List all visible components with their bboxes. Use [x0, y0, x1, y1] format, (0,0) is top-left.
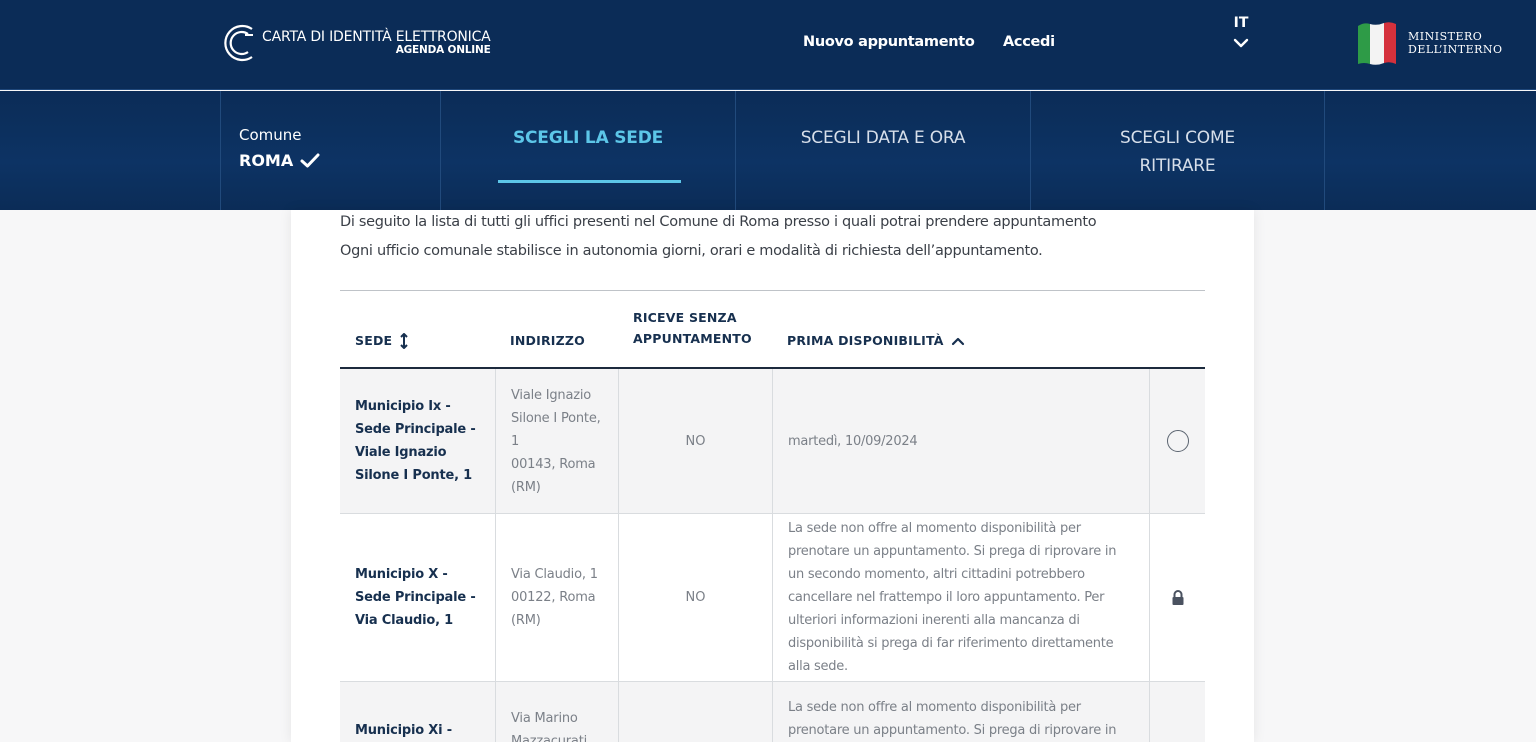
table-row: Municipio X - Sede Principale - Via Clau… [340, 514, 1205, 682]
walk-in-value [618, 682, 772, 742]
ministry-logo-link[interactable]: MINISTERO DELL’INTERNO [1356, 20, 1503, 66]
brand-title: CARTA DI IDENTITÀ ELETTRONICA [262, 28, 491, 45]
table-row[interactable]: Municipio Ix - Sede Principale - Viale I… [340, 369, 1205, 514]
ministry-name-line2: DELL’INTERNO [1408, 43, 1503, 56]
table-header: SEDE INDIRIZZO RICEVE SENZA APPUNTAMENTO… [340, 291, 1205, 369]
brand-logo-link[interactable]: CARTA DI IDENTITÀ ELETTRONICA AGENDA ONL… [222, 22, 491, 64]
italian-flag-icon [1358, 22, 1396, 65]
step-ritiro-label-line2: RITIRARE [1139, 156, 1216, 176]
brand-subtitle: AGENDA ONLINE [395, 43, 491, 56]
row-action [1149, 682, 1205, 742]
comune-label: Comune [239, 126, 302, 144]
ministry-name-line1: MINISTERO [1408, 29, 1483, 43]
language-selector[interactable]: IT [1226, 15, 1256, 52]
step-ritiro-label-line1: SCEGLI COME [1120, 128, 1235, 148]
step-scegli-data[interactable]: SCEGLI DATA E ORA [735, 91, 1030, 210]
nav-new-appointment-link[interactable]: Nuovo appuntamento [803, 34, 975, 54]
office-address-street: Viale Ignazio Silone I Ponte, 1 [511, 387, 601, 449]
language-code: IT [1233, 15, 1249, 31]
nav-login-link[interactable]: Accedi [1003, 34, 1055, 54]
office-address: Via Marino Mazzacurati [511, 711, 588, 742]
column-header-senza-line2: APPUNTAMENTO [633, 331, 752, 346]
intro-text-line1: Di seguito la lista di tutti gli uffici … [340, 214, 1097, 230]
cie-logo-icon [224, 24, 253, 62]
column-header-prima-label: PRIMA DISPONIBILITÀ [787, 333, 944, 348]
first-availability: La sede non offre al momento disponibili… [788, 700, 1117, 738]
comune-value: ROMA [239, 151, 294, 170]
step-ritiro-label: SCEGLI COME RITIRARE [1031, 124, 1324, 180]
table-row: Municipio Xi - Via Marino Mazzacurati La… [340, 682, 1205, 742]
active-step-indicator [498, 180, 681, 183]
first-availability: La sede non offre al momento disponibili… [788, 521, 1117, 674]
select-office-radio[interactable] [1166, 430, 1189, 452]
top-header: CARTA DI IDENTITÀ ELETTRONICA AGENDA ONL… [0, 0, 1536, 90]
column-header-sede[interactable]: SEDE [355, 330, 410, 351]
lock-icon [1172, 589, 1183, 605]
first-availability: martedì, 10/09/2024 [788, 433, 918, 449]
office-name: Municipio Xi - [355, 723, 452, 738]
step-comune[interactable]: Comune ROMA [220, 91, 440, 210]
step-sede-label: SCEGLI LA SEDE [512, 128, 664, 148]
office-address: Viale Ignazio Silone I Ponte, 1 00143, R… [496, 384, 618, 499]
column-header-indirizzo: INDIRIZZO [510, 333, 585, 348]
intro-text-line2: Ogni ufficio comunale stabilisce in auto… [340, 243, 1043, 259]
walk-in-value: NO [618, 514, 772, 681]
office-name: Municipio X - Sede Principale - Via Clau… [355, 567, 476, 628]
step-scegli-ritiro[interactable]: SCEGLI COME RITIRARE [1030, 91, 1325, 210]
step-scegli-sede[interactable]: SCEGLI LA SEDE [440, 91, 735, 210]
checkmark-icon [300, 153, 320, 167]
office-address: Via Claudio, 1 00122, Roma (RM) [496, 563, 618, 632]
step-data-label: SCEGLI DATA E ORA [800, 128, 966, 148]
column-header-senza-appuntamento: RICEVE SENZA APPUNTAMENTO [633, 307, 752, 349]
booking-steps: Comune ROMA SCEGLI LA SEDE SCEGLI DATA E… [0, 91, 1536, 210]
sort-icon [400, 332, 408, 349]
chevron-down-icon [1233, 38, 1249, 48]
column-header-sede-label: SEDE [355, 333, 393, 348]
office-address-city: 00143, Roma (RM) [511, 456, 596, 495]
walk-in-value: NO [618, 369, 772, 513]
offices-card: Di seguito la lista di tutti gli uffici … [291, 210, 1254, 742]
office-address-street: Via Claudio, 1 [511, 567, 598, 582]
office-address-city: 00122, Roma (RM) [511, 590, 596, 628]
column-header-prima-disponibilita[interactable]: PRIMA DISPONIBILITÀ [787, 330, 965, 351]
office-name: Municipio Ix - Sede Principale - Viale I… [355, 399, 476, 483]
column-header-senza-line1: RICEVE SENZA [633, 310, 737, 325]
chevron-up-icon [951, 337, 964, 345]
offices-table: SEDE INDIRIZZO RICEVE SENZA APPUNTAMENTO… [340, 290, 1205, 742]
